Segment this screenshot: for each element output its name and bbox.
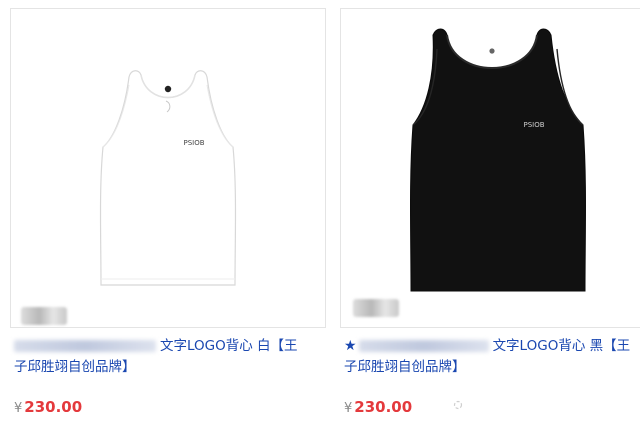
blurred-title-text (14, 340, 156, 352)
star-icon: ★ (344, 338, 357, 354)
blurred-watermark (353, 299, 399, 317)
price-value: 230.00 (354, 398, 413, 416)
product-price-white: ¥230.00 (14, 398, 82, 416)
product-price-black: ¥230.00 (344, 398, 412, 416)
tank-top-black-icon: PSIOB (410, 28, 586, 292)
product-title-line2[interactable]: 子邱胜翊自创品牌】 (14, 359, 136, 375)
blurred-title-text (358, 340, 489, 352)
loading-spinner-icon (453, 400, 463, 410)
svg-text:PSIOB: PSIOB (523, 121, 544, 129)
product-card-black[interactable]: PSIOB ★ 文字LOGO背心 黑【王 子邱胜翊自创品牌】 ¥230.00 (340, 0, 640, 425)
product-title-black[interactable]: ★ 文字LOGO背心 黑【王 子邱胜翊自创品牌】 (344, 336, 640, 378)
blurred-watermark (21, 307, 67, 325)
currency-symbol: ¥ (14, 401, 23, 416)
product-card-white[interactable]: PSIOB 文字LOGO背心 白【王 子邱胜翊自创品牌】 ¥230.00 (0, 0, 326, 425)
product-title-line1[interactable]: 文字LOGO背心 黑【王 (493, 338, 631, 354)
price-value: 230.00 (24, 398, 83, 416)
svg-text:PSIOB: PSIOB (183, 139, 204, 147)
product-image-black[interactable]: PSIOB (340, 8, 640, 328)
product-title-line2[interactable]: 子邱胜翊自创品牌】 (344, 359, 466, 375)
product-image-white[interactable]: PSIOB (10, 8, 326, 328)
currency-symbol: ¥ (344, 401, 353, 416)
product-title-white[interactable]: 文字LOGO背心 白【王 子邱胜翊自创品牌】 (14, 336, 325, 378)
tank-top-white-icon: PSIOB (99, 70, 237, 286)
product-title-line1[interactable]: 文字LOGO背心 白【王 (160, 338, 298, 354)
